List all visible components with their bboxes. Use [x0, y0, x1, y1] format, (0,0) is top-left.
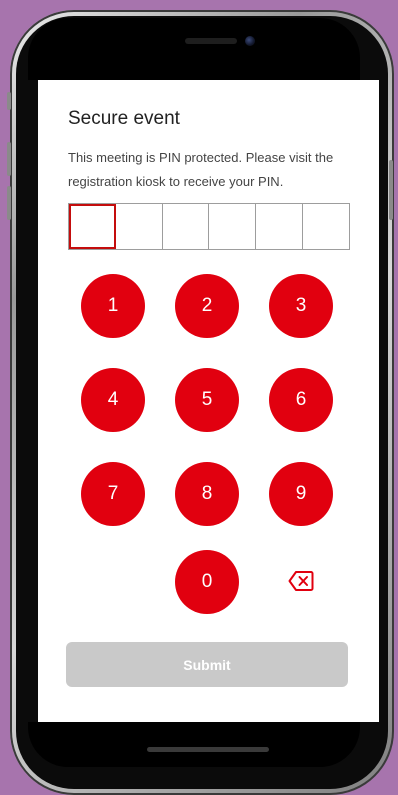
pin-digit-3[interactable] — [162, 204, 210, 249]
volume-down-button — [7, 186, 11, 220]
keypad-key-5[interactable]: 5 — [175, 368, 239, 432]
keypad-key-2[interactable]: 2 — [175, 274, 239, 338]
home-indicator[interactable] — [147, 747, 269, 752]
bottom-bezel — [28, 722, 360, 767]
page-title: Secure event — [68, 108, 180, 129]
pin-digit-2[interactable] — [115, 204, 163, 249]
backspace-button[interactable] — [288, 570, 314, 592]
front-camera-icon — [245, 36, 255, 46]
submit-button[interactable]: Submit — [66, 642, 348, 687]
keypad-key-3[interactable]: 3 — [269, 274, 333, 338]
volume-up-button — [7, 142, 11, 176]
keypad-key-6[interactable]: 6 — [269, 368, 333, 432]
keypad-key-9[interactable]: 9 — [269, 462, 333, 526]
keypad-key-0[interactable]: 0 — [175, 550, 239, 614]
keypad-key-4[interactable]: 4 — [81, 368, 145, 432]
app-screen: Secure event This meeting is PIN protect… — [38, 80, 379, 722]
pin-digit-6[interactable] — [303, 204, 349, 249]
page-description: This meeting is PIN protected. Please vi… — [68, 150, 334, 189]
keypad-key-1[interactable]: 1 — [81, 274, 145, 338]
pin-digit-4[interactable] — [209, 204, 257, 249]
status-bar-area — [28, 18, 360, 80]
speaker-grille — [185, 38, 237, 44]
keypad-key-8[interactable]: 8 — [175, 462, 239, 526]
side-button-left — [7, 92, 11, 110]
pin-digit-5[interactable] — [256, 204, 304, 249]
backspace-icon — [288, 571, 314, 591]
pin-input-group — [68, 203, 350, 250]
pin-digit-1[interactable] — [69, 204, 116, 249]
keypad-key-7[interactable]: 7 — [81, 462, 145, 526]
power-button — [389, 160, 393, 220]
